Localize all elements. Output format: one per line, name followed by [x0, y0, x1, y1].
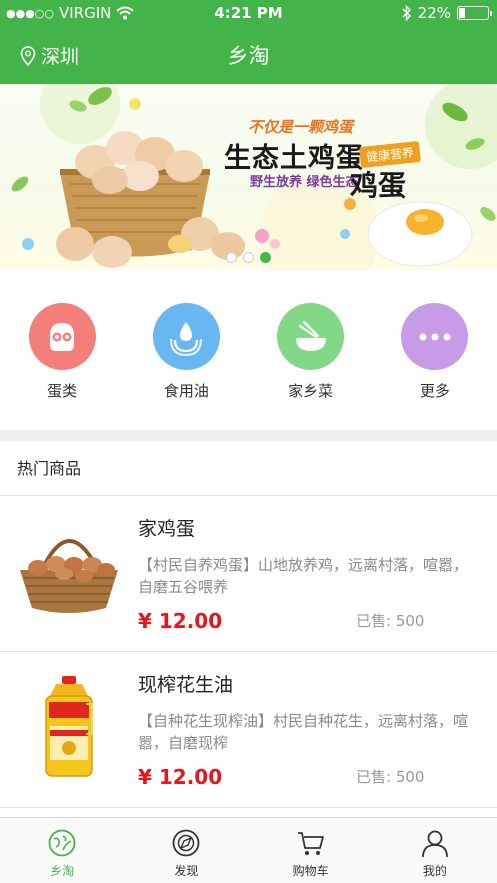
- product-name: 家鸡蛋: [138, 518, 196, 540]
- tab-home[interactable]: 乡淘: [0, 818, 124, 883]
- category-icon-circle: [28, 303, 96, 370]
- tab-bar: 乡淘 发现 购物车 我的: [0, 817, 497, 883]
- tab-label: 我的: [422, 864, 447, 878]
- egg-face-icon: [50, 322, 75, 351]
- tab-profile[interactable]: 我的: [373, 818, 497, 883]
- product-sold-count: 已售: 500: [356, 768, 425, 786]
- category-grid: 蛋类 食用油 家乡菜 更多: [0, 270, 497, 430]
- category-more[interactable]: 更多: [373, 270, 497, 430]
- banner-tagline: 不仅是一颗鸡蛋: [248, 118, 354, 136]
- page-dot[interactable]: [260, 252, 271, 263]
- tab-discover[interactable]: 发现: [124, 818, 248, 883]
- banner-subline: 野生放养 绿色生态: [250, 175, 359, 190]
- category-icon-circle: [277, 303, 345, 370]
- banner-page-indicator[interactable]: [226, 252, 271, 263]
- header: ●●●○○ VIRGIN 4:21 PM 22% 深圳 乡淘: [0, 0, 497, 84]
- category-icon-circle: [401, 303, 469, 370]
- product-price: ¥ 12.00: [138, 765, 223, 789]
- page-title: 乡淘: [227, 44, 270, 68]
- status-bar: ●●●○○ VIRGIN 4:21 PM 22%: [0, 0, 497, 26]
- page-dot[interactable]: [226, 252, 237, 263]
- bluetooth-icon: [402, 5, 411, 21]
- tab-cart[interactable]: 购物车: [249, 818, 373, 883]
- compass-icon: [172, 829, 200, 857]
- category-oil[interactable]: 食用油: [124, 270, 248, 430]
- category-eggs[interactable]: 蛋类: [0, 270, 124, 430]
- bowl-chopsticks-icon: [295, 320, 326, 351]
- hot-goods-section: 热门商品 家鸡蛋 【村民自养鸡蛋】山地放养鸡，远离村落，喧嚣，自磨五谷喂养 ¥ …: [0, 441, 497, 817]
- category-home-dishes[interactable]: 家乡菜: [249, 270, 373, 430]
- banner-headline: 生态土鸡蛋: [224, 143, 364, 174]
- category-icon-circle: [152, 303, 220, 370]
- section-title: 热门商品: [0, 441, 497, 496]
- category-label: 更多: [419, 382, 450, 400]
- banner-artwork: [11, 84, 497, 270]
- category-label: 家乡菜: [288, 382, 334, 400]
- category-label: 蛋类: [47, 382, 78, 400]
- category-label: 食用油: [163, 382, 209, 400]
- tab-label: 乡淘: [50, 864, 75, 878]
- product-item[interactable]: 现榨花生油 【自种花生现榨油】村民自种花生，远离村落，喧嚣，自磨现榨 ¥ 12.…: [0, 652, 497, 808]
- user-icon: [421, 830, 448, 858]
- product-item[interactable]: 家鸡蛋 【村民自养鸡蛋】山地放养鸡，远离村落，喧嚣，自磨五谷喂养 ¥ 12.00…: [0, 496, 497, 652]
- page-dot[interactable]: [243, 252, 254, 263]
- egg-basket-image: [20, 539, 118, 613]
- product-name: 现榨花生油: [138, 674, 234, 696]
- product-description: 【自种花生现榨油】村民自种花生，远离村落，喧嚣，自磨现榨: [138, 712, 469, 752]
- tab-label: 发现: [174, 864, 199, 878]
- nav-bar: 深圳 乡淘: [0, 26, 497, 84]
- oil-drop-icon: [170, 321, 203, 356]
- tab-label: 购物车: [292, 864, 329, 878]
- globe-leaf-icon: [48, 829, 76, 857]
- oil-bottle-image: [45, 676, 93, 777]
- banner-keyword: 鸡蛋: [350, 169, 407, 202]
- promo-banner[interactable]: 不仅是一颗鸡蛋 生态土鸡蛋 健康营养 野生放养 绿色生态 鸡蛋: [0, 84, 497, 270]
- cart-icon: [297, 832, 324, 855]
- product-sold-count: 已售: 500: [356, 612, 425, 630]
- battery-percent: 22%: [417, 4, 451, 22]
- more-dots-icon: [419, 333, 451, 340]
- product-price: ¥ 12.00: [138, 609, 223, 633]
- battery-icon: [457, 6, 492, 20]
- product-description: 【村民自养鸡蛋】山地放养鸡，远离村落，喧嚣，自磨五谷喂养: [138, 556, 469, 596]
